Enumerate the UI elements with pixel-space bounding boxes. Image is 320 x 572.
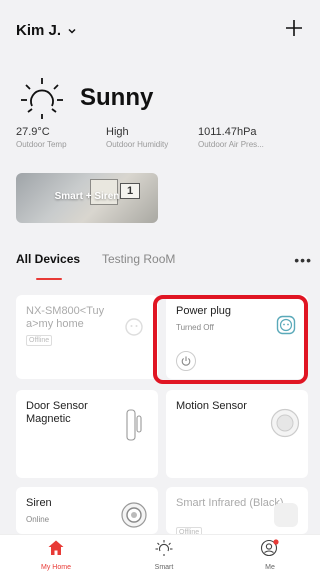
metric-humidity: High Outdoor Humidity xyxy=(106,126,168,149)
metric-air-pressure: 1011.47hPa Outdoor Air Pres... xyxy=(198,126,264,149)
chevron-down-icon xyxy=(68,28,76,34)
room-tabs: All Devices Testing RooM ••• xyxy=(16,252,312,282)
nav-label: Me xyxy=(265,564,275,571)
tab-all-devices[interactable]: All Devices xyxy=(16,252,80,266)
device-card-nx-sm800[interactable]: NX-SM800<Tuy a>my home Offline xyxy=(16,295,158,379)
device-card-motion-sensor[interactable]: Motion Sensor xyxy=(166,390,308,478)
metric-value: High xyxy=(106,126,129,138)
sun-icon xyxy=(21,78,63,119)
door-sensor-icon xyxy=(126,409,142,441)
infrared-remote-icon xyxy=(274,503,298,527)
device-name: Door Sensor Magnetic xyxy=(26,400,88,425)
scene-label: Smart + Siren xyxy=(54,191,120,202)
nav-me[interactable]: Me xyxy=(240,539,300,571)
tab-testing-room[interactable]: Testing RooM xyxy=(102,252,175,266)
device-status: Online xyxy=(26,515,50,524)
metric-temp: 27.9°C Outdoor Temp xyxy=(16,126,67,149)
weather-condition: Sunny xyxy=(80,84,154,111)
device-name: Smart Infrared (Black) xyxy=(176,497,284,509)
device-outlet-icon xyxy=(125,318,143,336)
device-card-door-sensor[interactable]: Door Sensor Magnetic xyxy=(16,390,158,478)
weather-panel: Sunny 27.9°C Outdoor Temp High Outdoor H… xyxy=(16,74,316,164)
home-icon xyxy=(48,540,64,555)
user-profile-icon xyxy=(260,539,279,557)
home-selector[interactable]: Kim J. xyxy=(16,22,77,39)
metric-label: Outdoor Humidity xyxy=(106,140,169,149)
device-name: Siren xyxy=(26,497,52,509)
metric-value: 27.9°C xyxy=(16,126,50,138)
offline-tag: Offline xyxy=(26,335,53,346)
nav-label: My Home xyxy=(41,564,71,571)
highlight-box xyxy=(153,295,308,384)
bottom-nav: My Home Smart Me xyxy=(0,534,320,572)
motion-sensor-icon xyxy=(270,408,300,438)
device-card-smart-infrared[interactable]: Smart Infrared (Black) Offline xyxy=(166,487,308,538)
smart-sun-icon xyxy=(155,540,173,556)
home-name: Kim J. xyxy=(16,22,62,39)
device-name: Motion Sensor xyxy=(176,400,247,412)
metric-label: Outdoor Temp xyxy=(16,140,67,149)
siren-icon xyxy=(121,502,147,528)
scene-card[interactable]: 1 Smart + Siren xyxy=(16,173,158,223)
metric-value: 1011.47hPa xyxy=(198,126,257,138)
device-name: NX-SM800<Tuy a>my home xyxy=(26,305,105,330)
nav-my-home[interactable]: My Home xyxy=(26,539,86,571)
nav-smart[interactable]: Smart xyxy=(134,539,194,571)
device-card-siren[interactable]: Siren Online xyxy=(16,487,158,534)
active-tab-indicator xyxy=(36,278,62,280)
header: Kim J. xyxy=(0,0,320,60)
more-button[interactable]: ••• xyxy=(294,252,312,268)
metric-label: Outdoor Air Pres... xyxy=(198,140,264,149)
nav-label: Smart xyxy=(154,564,174,571)
add-device-button[interactable] xyxy=(282,16,306,40)
plus-icon xyxy=(286,20,302,36)
